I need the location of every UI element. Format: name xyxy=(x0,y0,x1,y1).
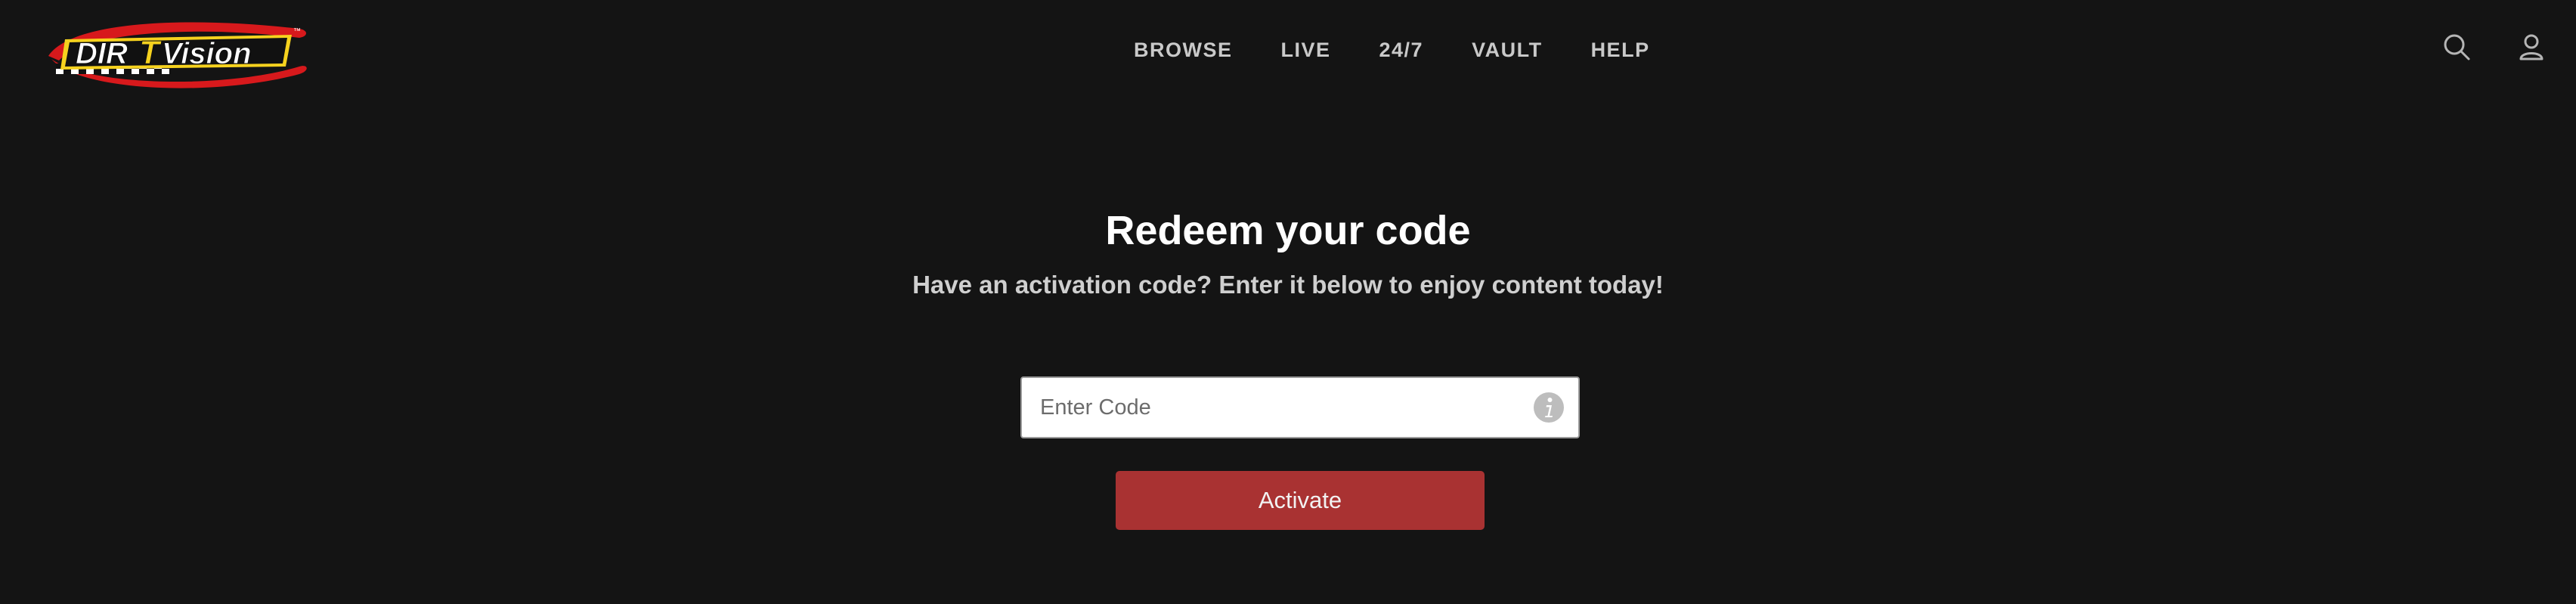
user-icon[interactable] xyxy=(2514,30,2549,65)
nav-live[interactable]: LIVE xyxy=(1281,39,1331,62)
site-header: DIR T Vision ™ BROWSE LIVE 24/7 VAULT HE… xyxy=(0,0,2576,106)
search-icon[interactable] xyxy=(2440,30,2475,65)
activate-button[interactable]: Activate xyxy=(1116,471,1485,530)
dirtvision-logo[interactable]: DIR T Vision ™ xyxy=(42,14,311,95)
page-title: Redeem your code xyxy=(1105,208,1471,253)
code-field xyxy=(1020,376,1580,438)
page: DIR T Vision ™ BROWSE LIVE 24/7 VAULT HE… xyxy=(0,0,2576,604)
svg-text:™: ™ xyxy=(293,27,301,36)
code-input[interactable] xyxy=(1022,378,1506,437)
svg-text:T: T xyxy=(139,34,162,71)
page-subtitle: Have an activation code? Enter it below … xyxy=(912,271,1664,299)
info-icon[interactable] xyxy=(1533,392,1565,423)
header-actions xyxy=(2440,30,2549,65)
nav-24-7[interactable]: 24/7 xyxy=(1379,39,1424,62)
svg-text:DIR: DIR xyxy=(76,37,128,70)
redeem-section: Redeem your code Have an activation code… xyxy=(0,204,2576,302)
svg-text:Vision: Vision xyxy=(162,37,252,70)
nav-browse[interactable]: BROWSE xyxy=(1134,39,1233,62)
nav-vault[interactable]: VAULT xyxy=(1472,39,1542,62)
nav-help[interactable]: HELP xyxy=(1591,39,1650,62)
main-nav: BROWSE LIVE 24/7 VAULT HELP xyxy=(1134,0,1650,100)
